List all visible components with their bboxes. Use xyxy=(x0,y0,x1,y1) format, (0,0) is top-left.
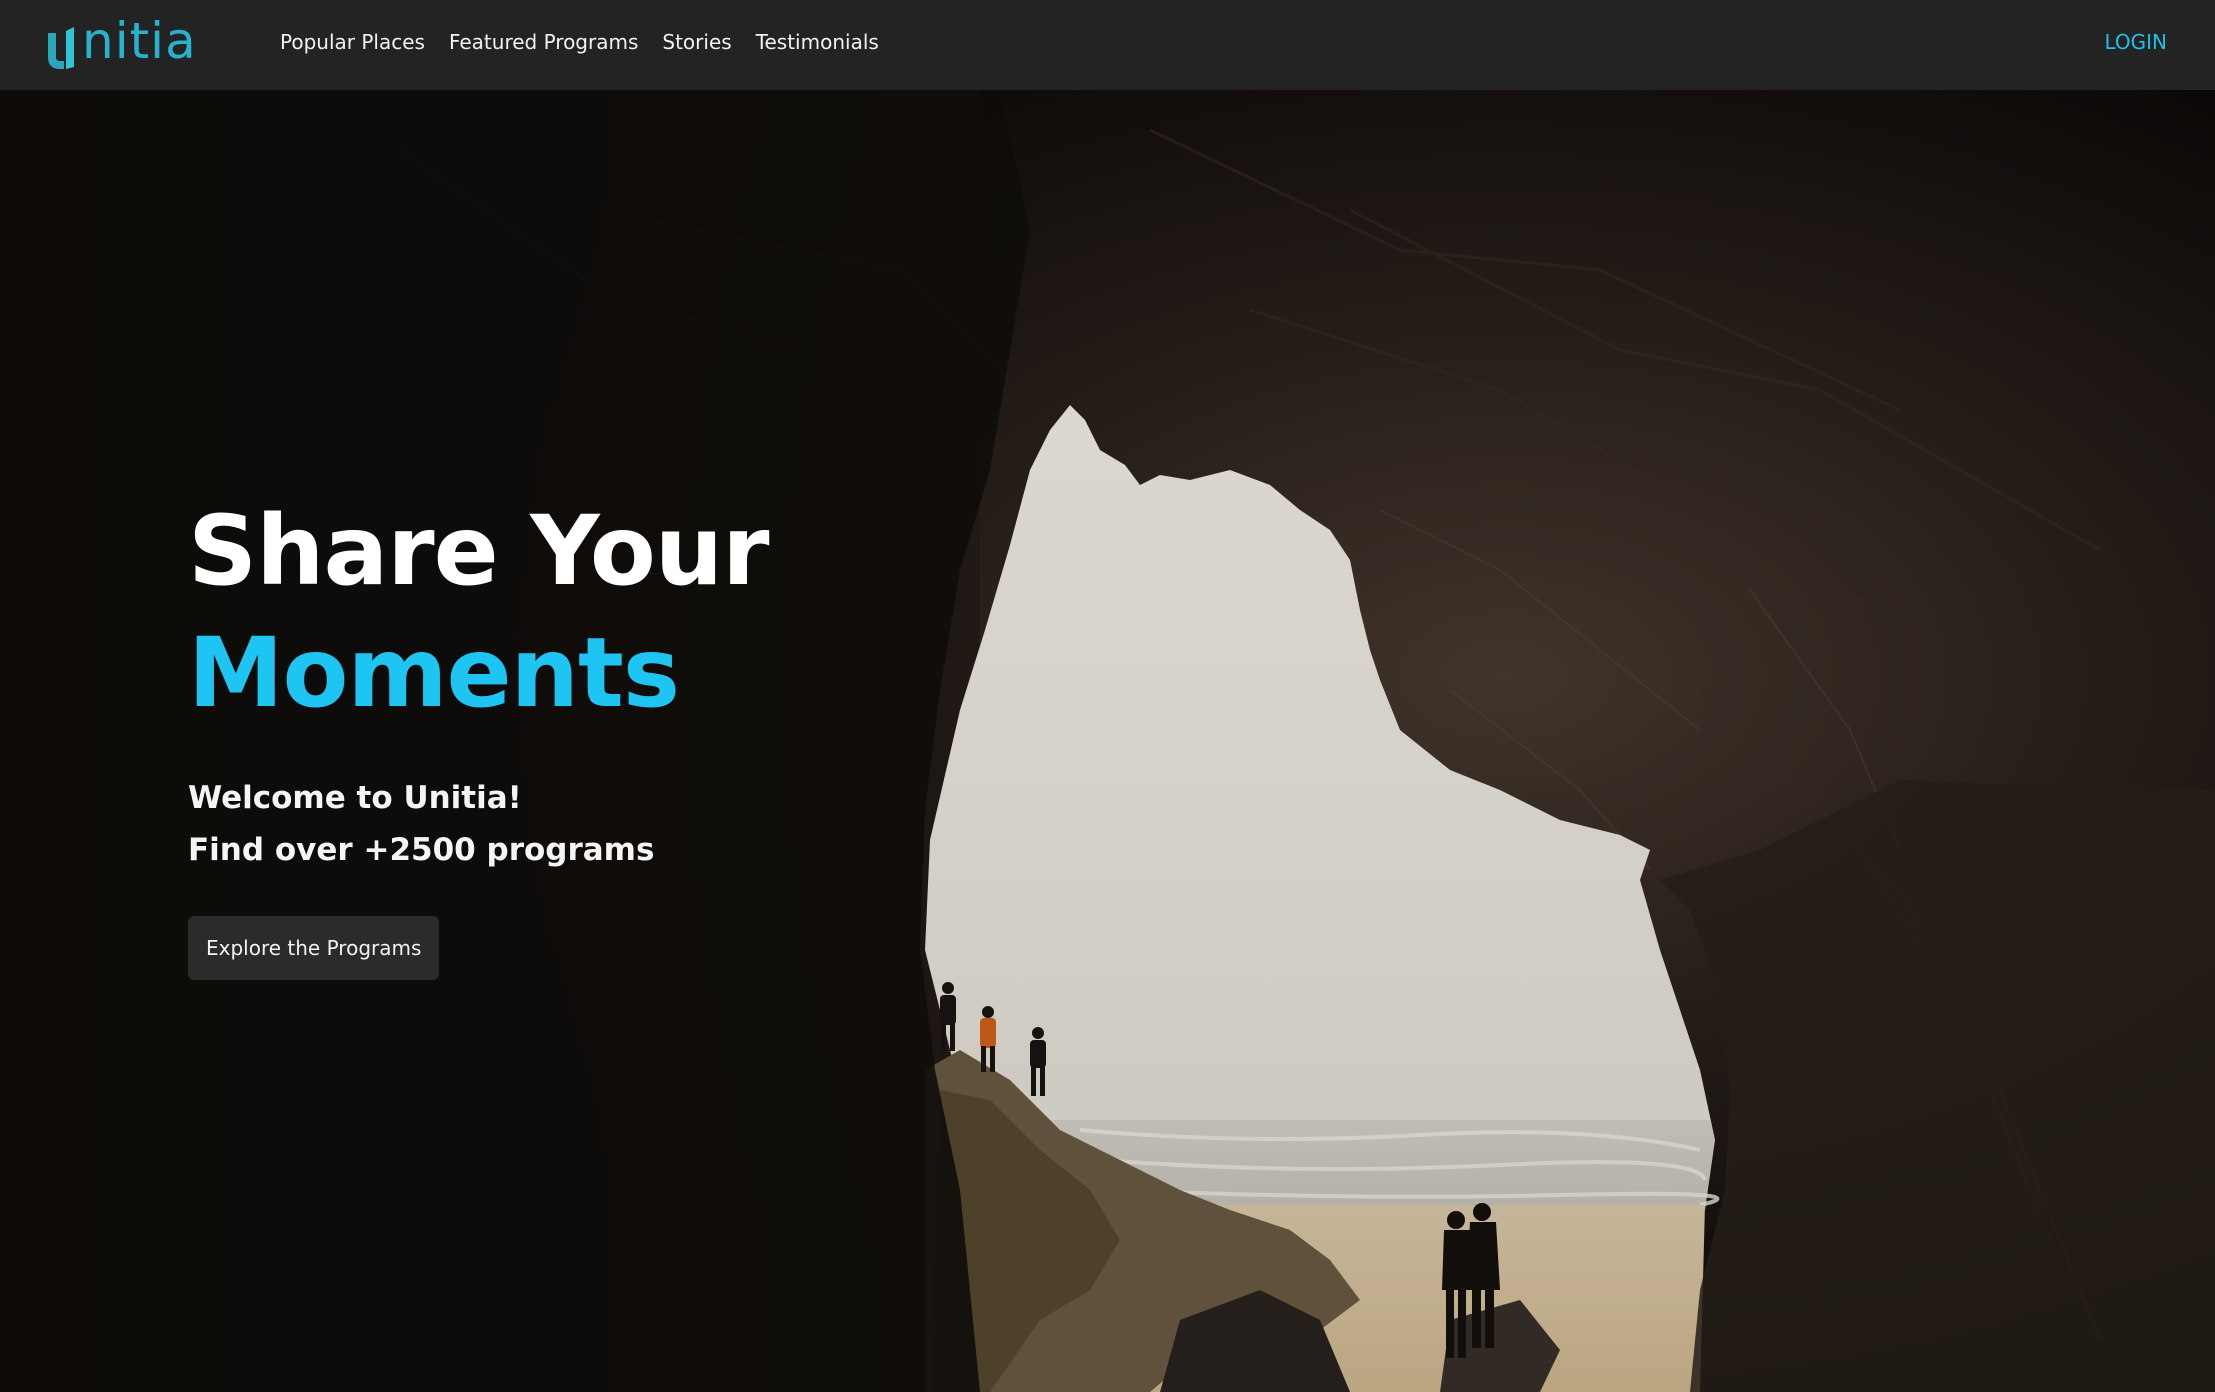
main-nav: Popular Places Featured Programs Stories… xyxy=(280,0,879,84)
nav-link-featured-programs[interactable]: Featured Programs xyxy=(449,30,638,54)
explore-programs-button[interactable]: Explore the Programs xyxy=(188,916,440,980)
nav-link-testimonials[interactable]: Testimonials xyxy=(756,30,879,54)
brand-name: nitia xyxy=(82,12,197,70)
hero-headline-line1: Share Your xyxy=(188,495,769,607)
hero-welcome-text: Welcome to Unitia! xyxy=(188,780,522,816)
nav-link-stories[interactable]: Stories xyxy=(662,30,731,54)
logo-u-icon xyxy=(48,27,74,69)
hero-section: Share Your Moments Welcome to Unitia! Fi… xyxy=(0,90,2215,1392)
hero-headline-line2: Moments xyxy=(188,617,680,729)
top-navbar: nitia Popular Places Featured Programs S… xyxy=(0,0,2215,90)
hero-subtext: Welcome to Unitia! Find over +2500 progr… xyxy=(188,772,1088,876)
nav-link-popular-places[interactable]: Popular Places xyxy=(280,30,425,54)
login-link[interactable]: LOGIN xyxy=(2104,0,2167,84)
hero-tagline-text: Find over +2500 programs xyxy=(188,832,655,868)
hero-content: Share Your Moments Welcome to Unitia! Fi… xyxy=(188,490,1088,980)
brand-logo[interactable]: nitia xyxy=(44,16,197,72)
